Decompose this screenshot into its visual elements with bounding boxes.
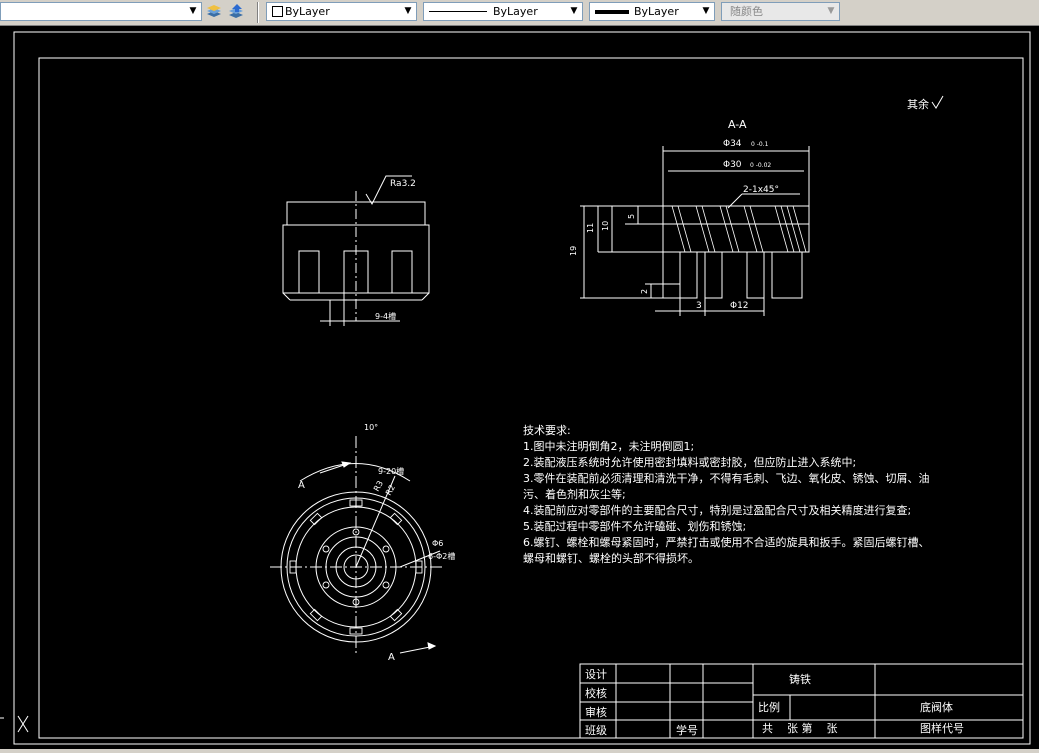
dim-2: 2 [640, 289, 649, 294]
tech-line: 5.装配过程中零部件不允许磕碰、划伤和锈蚀; [523, 519, 746, 533]
tb-drawing-no: 图样代号 [920, 721, 964, 735]
dim-11: 11 [586, 223, 595, 233]
tech-title: 技术要求: [523, 424, 571, 437]
tech-line: 污、着色剂和灰尘等; [523, 487, 626, 501]
dim-9-20: 9-20槽 [378, 466, 404, 476]
dim-6-phi2: 6-Φ2槽 [428, 551, 455, 561]
dim-r2: R2 [384, 483, 397, 497]
cut-a-top: A [298, 480, 305, 491]
chevron-down-icon[interactable]: ▼ [567, 4, 581, 19]
lineweight-preview [595, 10, 629, 14]
layer-previous-icon[interactable] [205, 3, 223, 21]
angle-label: 10° [364, 423, 378, 432]
color-combo-value: ByLayer [285, 5, 330, 18]
tb-student-no: 学号 [676, 723, 698, 737]
dim-r3: R3 [372, 479, 385, 493]
section-label: A-A [728, 118, 747, 131]
other-roughness-label: 其余 [907, 97, 929, 111]
dim-3: 3 [696, 301, 702, 311]
tb-scale: 比例 [758, 700, 780, 714]
outer-frame [13, 31, 1031, 745]
lineweight-combo[interactable]: ByLayer ▼ [589, 2, 715, 21]
dim-slot: 9-4槽 [375, 311, 396, 321]
tb-part-name: 底阀体 [920, 700, 953, 714]
tech-line: 6.螺钉、螺栓和螺母紧固时，严禁打击或使用不合适的旋具和扳手。紧固后螺钉槽、 [523, 535, 930, 549]
dim-19: 19 [569, 246, 578, 256]
roughness-check-icon [931, 95, 944, 109]
tech-line: 1.图中未注明倒角2，未注明倒圆1; [523, 439, 694, 453]
linetype-preview [429, 11, 487, 12]
tb-design: 设计 [585, 668, 607, 681]
tech-requirements: 技术要求: 1.图中未注明倒角2，未注明倒圆1; 2.装配液压系统时允许使用密封… [523, 424, 930, 565]
plotstyle-combo[interactable]: 随颜色 ▼ [721, 2, 840, 21]
dim-phi34: Φ34 [723, 139, 742, 149]
tb-check: 校核 [585, 686, 607, 700]
layer-combo[interactable]: ▼ [0, 2, 202, 21]
chevron-down-icon[interactable]: ▼ [824, 4, 838, 19]
tech-line: 螺母和螺钉、螺栓的头部不得损坏。 [523, 551, 699, 565]
chevron-down-icon[interactable]: ▼ [699, 4, 713, 19]
dim-10: 10 [601, 221, 610, 231]
section-view: A-A Φ34 0 -0.1 Φ30 0 -0.02 2-1x45° 19 11… [569, 118, 810, 316]
dim-phi30-tol: 0 -0.02 [750, 162, 771, 169]
tb-sheets: 共 张 第 张 [762, 721, 837, 735]
color-combo[interactable]: ByLayer ▼ [266, 2, 417, 21]
properties-toolbar: ▼ ByLayer ▼ ByLayer ▼ ByLayer ▼ 随颜色 ▼ [0, 0, 1039, 26]
drawing-canvas[interactable]: 其余 A-A Φ34 0 -0.1 Φ30 0 -0.02 2-1x45° 19… [0, 26, 1039, 749]
tb-material: 铸铁 [789, 672, 811, 686]
dim-phi34-tol: 0 -0.1 [751, 141, 769, 148]
title-block: 设计 校核 审核 班级 学号 铸铁 比例 底阀体 共 张 第 张 图样代号 [579, 663, 1024, 739]
tech-line: 4.装配前应对零部件的主要配合尺寸，特别是过盈配合尺寸及相关精度进行复查; [523, 503, 911, 517]
dim-phi12: Φ12 [730, 301, 749, 311]
front-view: Ra3.2 9-4槽 [282, 175, 430, 326]
tech-line: 2.装配液压系统时允许使用密封填料或密封胶，但应防止进入系统中; [523, 455, 856, 469]
top-view: 10° A 9-20槽 R3 R2 Φ6 6-Φ2槽 A [270, 423, 455, 663]
toolbar-separator [257, 2, 259, 23]
linetype-combo-value: ByLayer [493, 5, 538, 18]
plotstyle-combo-value: 随颜色 [730, 5, 763, 18]
chevron-down-icon[interactable]: ▼ [401, 4, 415, 19]
dim-phi6: Φ6 [432, 539, 443, 548]
dim-5: 5 [627, 214, 636, 219]
color-swatch [272, 6, 283, 17]
cut-a-bottom: A [388, 652, 395, 663]
linetype-combo[interactable]: ByLayer ▼ [423, 2, 583, 21]
lineweight-combo-value: ByLayer [634, 5, 679, 18]
inner-frame [38, 57, 1024, 739]
layer-states-icon[interactable] [227, 3, 245, 21]
chevron-down-icon[interactable]: ▼ [186, 4, 200, 19]
roughness-label: Ra3.2 [390, 179, 416, 189]
dim-phi30: Φ30 [723, 160, 742, 170]
tb-review: 审核 [585, 705, 607, 719]
tech-line: 3.零件在装配前必须清理和清洗干净，不得有毛刺、飞边、氧化皮、锈蚀、切屑、油 [523, 471, 930, 485]
drawing-svg: 其余 A-A Φ34 0 -0.1 Φ30 0 -0.02 2-1x45° 19… [0, 31, 1031, 745]
tb-class: 班级 [585, 724, 607, 737]
